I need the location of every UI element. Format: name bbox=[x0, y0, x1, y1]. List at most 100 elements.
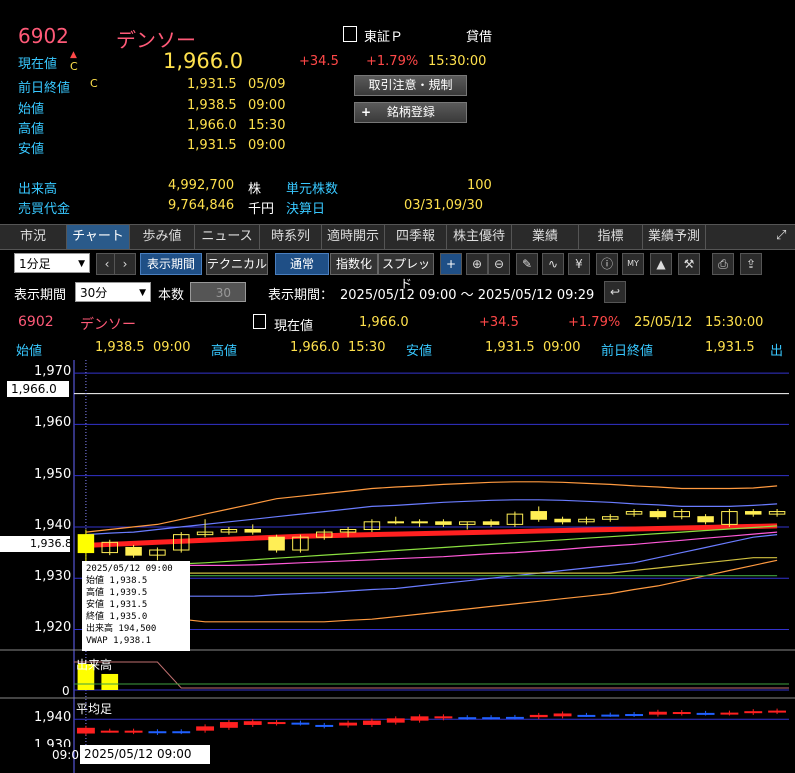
y-tick-label: 1,970 bbox=[34, 364, 72, 380]
y-tick-label: 1,960 bbox=[34, 415, 72, 431]
chart-open-value: 1,938.5 bbox=[95, 340, 145, 355]
reset-icon[interactable]: ↩ bbox=[604, 281, 626, 303]
count-input[interactable]: 30 bbox=[190, 282, 246, 302]
chart-change: +34.5 bbox=[479, 315, 519, 330]
open-time: 09:00 bbox=[248, 98, 286, 113]
wrench-icon[interactable]: ⚒ bbox=[678, 253, 700, 275]
high-time: 15:30 bbox=[248, 118, 286, 133]
tab-indicators[interactable]: 指標 bbox=[579, 225, 643, 249]
candle-body bbox=[697, 516, 714, 523]
heikin-bar bbox=[410, 716, 429, 721]
price-change: +34.5 bbox=[299, 54, 339, 69]
chart-high-label: 高値 bbox=[211, 344, 238, 359]
volume-bar bbox=[101, 673, 119, 690]
document-icon[interactable] bbox=[253, 314, 266, 329]
prev-close-date: 05/09 bbox=[248, 77, 286, 92]
tab-benefits[interactable]: 株主優待 bbox=[447, 225, 512, 249]
avg-tick: 1,940 bbox=[34, 710, 72, 725]
heikin-bar bbox=[76, 727, 95, 734]
volume-pane-title: 出来高 bbox=[76, 658, 113, 672]
tooltip-line: 出来高 194,500 bbox=[86, 624, 157, 634]
my-icon[interactable]: MY bbox=[622, 253, 644, 275]
heikin-bar bbox=[577, 714, 596, 717]
tab-chart[interactable]: チャート bbox=[67, 225, 130, 249]
indicator-line bbox=[85, 523, 778, 548]
chart-prev-label: 前日終値 bbox=[601, 344, 654, 359]
heikin-bar bbox=[291, 722, 310, 725]
technical-button[interactable]: テクニカル bbox=[206, 253, 268, 275]
stock-code: 6902 bbox=[18, 24, 69, 48]
tooltip-line: 始値 1,938.5 bbox=[86, 576, 148, 586]
open-value: 1,938.5 bbox=[187, 98, 237, 113]
display-period-button[interactable]: 表示期間 bbox=[140, 253, 202, 275]
settlement-value: 03/31,09/30 bbox=[404, 198, 484, 213]
tab-bar: 市況 チャート 歩み値 ニュース 時系列 適時開示 四季報 株主優待 業績 指標… bbox=[0, 224, 795, 250]
tab-timeseries[interactable]: 時系列 bbox=[260, 225, 322, 249]
settlement-label: 決算日 bbox=[286, 202, 326, 217]
next-button[interactable]: › bbox=[114, 253, 136, 275]
period-select[interactable]: 30分 ▼ bbox=[75, 282, 151, 302]
candle-body bbox=[745, 511, 762, 515]
heikin-bar bbox=[744, 711, 763, 714]
heikin-bar bbox=[100, 730, 119, 733]
heikin-bar bbox=[625, 714, 644, 717]
candle-body bbox=[554, 518, 571, 523]
chart-current-label: 現在値 bbox=[274, 319, 314, 334]
tab-news[interactable]: ニュース bbox=[195, 225, 260, 249]
chevron-down-icon: ▼ bbox=[139, 288, 146, 298]
trend-icon[interactable]: ∿ bbox=[542, 253, 564, 275]
chart-low-value: 1,931.5 bbox=[485, 340, 535, 355]
trade-caution-button[interactable]: 取引注意・規制 bbox=[354, 75, 467, 96]
candle-body bbox=[530, 511, 547, 520]
tab-performance[interactable]: 業績 bbox=[512, 225, 579, 249]
price-time: 15:30:00 bbox=[428, 54, 487, 69]
heikin-bar bbox=[768, 710, 787, 713]
tab-disclosure[interactable]: 適時開示 bbox=[322, 225, 385, 249]
info-icon[interactable]: ⓘ bbox=[596, 253, 618, 275]
document-icon[interactable] bbox=[343, 26, 357, 42]
chart-name: デンソー bbox=[80, 317, 136, 333]
count-value: 30 bbox=[215, 286, 231, 300]
avg-tick-2: 1,930 bbox=[34, 738, 72, 747]
price-change-pct: +1.79% bbox=[366, 54, 419, 69]
pencil-icon[interactable]: ✎ bbox=[516, 253, 538, 275]
heikin-bar bbox=[196, 726, 215, 731]
tab-quarterly[interactable]: 四季報 bbox=[385, 225, 447, 249]
print-icon[interactable]: ⎙ bbox=[712, 253, 734, 275]
register-label: 銘柄登録 bbox=[386, 105, 435, 119]
tab-ticks[interactable]: 歩み値 bbox=[130, 225, 195, 249]
index-button[interactable]: 指数化 bbox=[330, 253, 378, 275]
current-price: 1,966.0 bbox=[163, 49, 244, 73]
tooltip-line: 終値 1,935.0 bbox=[86, 612, 148, 622]
volume-value: 4,992,700 bbox=[168, 178, 235, 193]
crosshair-icon[interactable]: + bbox=[440, 253, 462, 275]
heikin-bar bbox=[267, 722, 286, 725]
up-arrow-icon: ▲ bbox=[70, 50, 77, 60]
heikin-bar bbox=[243, 721, 262, 725]
heikin-bar bbox=[172, 731, 191, 734]
spread-button[interactable]: スプレッド bbox=[378, 253, 434, 291]
candle-body bbox=[125, 546, 142, 556]
chart-change-pct: +1.79% bbox=[568, 315, 621, 330]
zoom-in-icon[interactable]: ⊕ bbox=[466, 253, 488, 275]
chart-high-time: 15:30 bbox=[348, 340, 386, 355]
tab-market[interactable]: 市況 bbox=[0, 225, 67, 249]
expand-icon[interactable]: ⤢ bbox=[776, 228, 786, 243]
market-label: 東証Ｐ bbox=[364, 30, 404, 45]
tab-forecast[interactable]: 業績予測 bbox=[643, 225, 706, 249]
candle-body bbox=[482, 521, 500, 525]
register-button[interactable]: + 銘柄登録 bbox=[354, 102, 467, 123]
interval-select[interactable]: 1分足 ▼ bbox=[14, 253, 90, 273]
heikin-bar bbox=[386, 718, 405, 723]
heikin-bar bbox=[672, 712, 691, 715]
cursor-price-flag: 1,936.8 bbox=[0, 536, 72, 552]
zoom-out-icon[interactable]: ⊖ bbox=[488, 253, 510, 275]
chart-low-label: 安値 bbox=[406, 344, 433, 359]
heikin-bar bbox=[696, 712, 715, 715]
normal-button[interactable]: 通常 bbox=[275, 253, 329, 275]
area-icon[interactable]: ▲ bbox=[650, 253, 672, 275]
candle-body bbox=[435, 521, 452, 525]
heikin-bar bbox=[148, 731, 167, 734]
export-icon[interactable]: ⇪ bbox=[740, 253, 762, 275]
yen-icon[interactable]: ¥ bbox=[568, 253, 590, 275]
